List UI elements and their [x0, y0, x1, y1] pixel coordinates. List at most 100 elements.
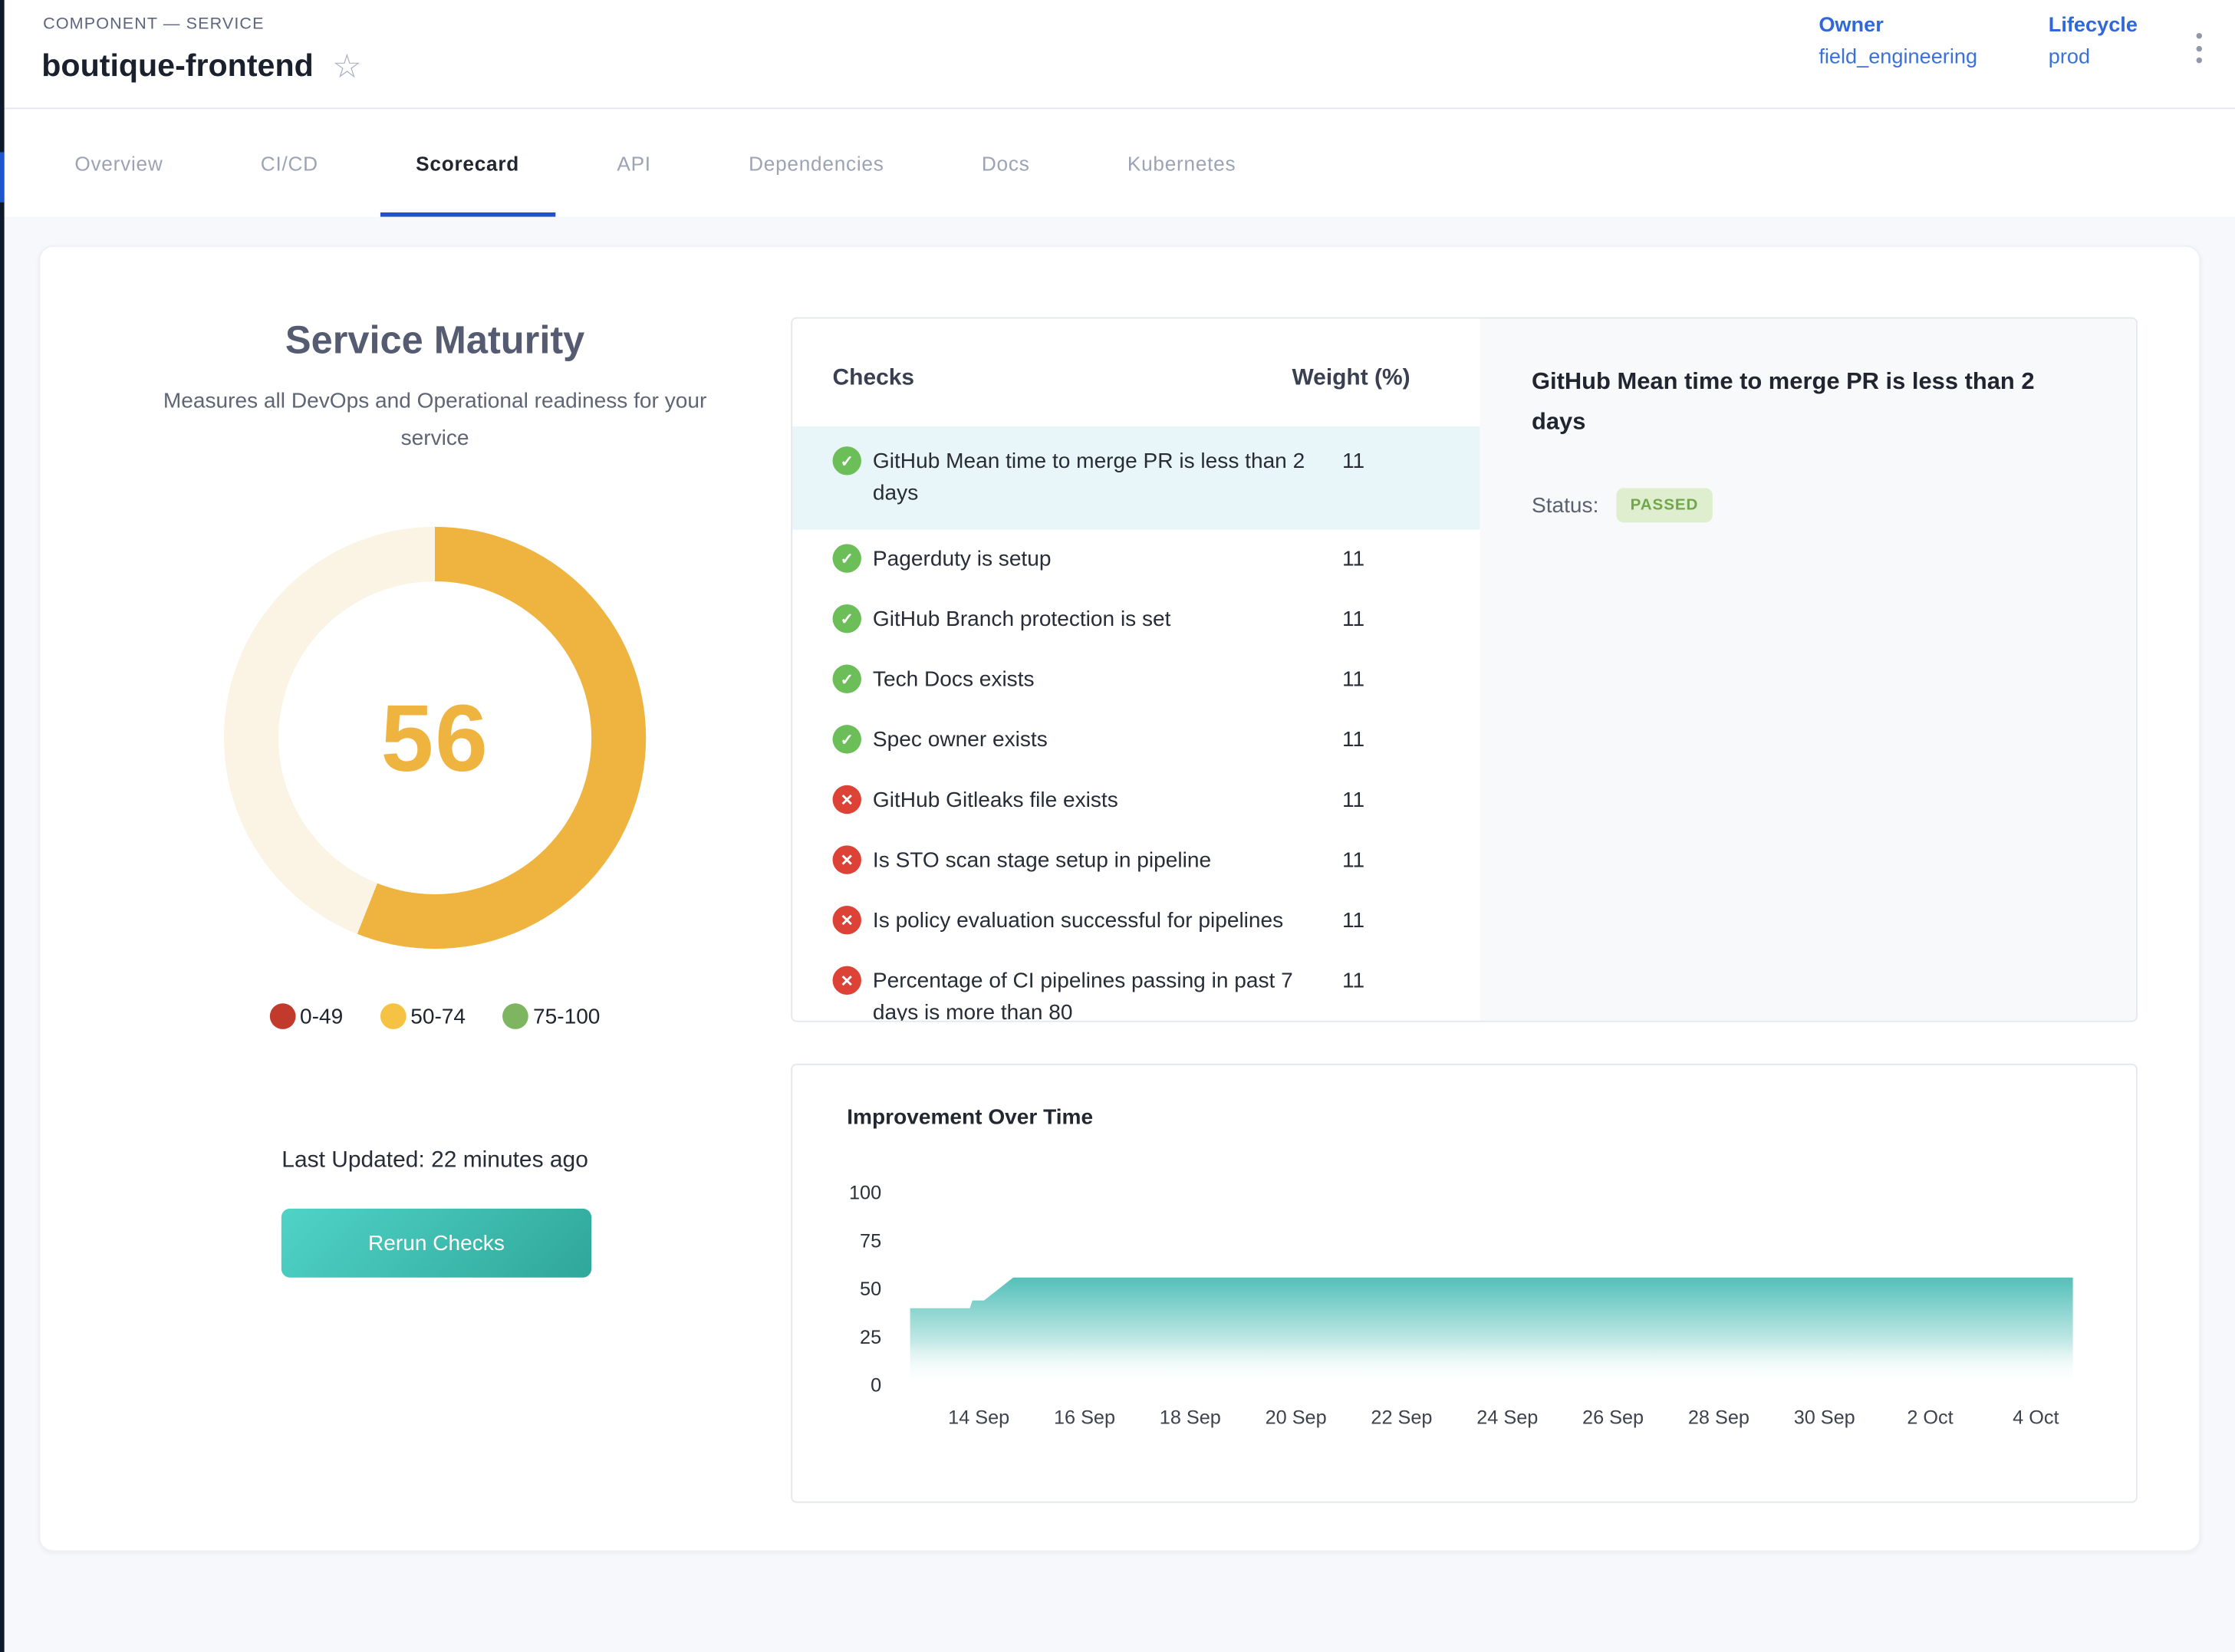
tab-docs[interactable]: Docs — [946, 109, 1065, 216]
check-weight: 11 — [1306, 665, 1364, 696]
check-row[interactable]: ✓ Tech Docs exists11 — [792, 650, 1480, 711]
legend-item-50-74: 50-74 — [380, 1003, 466, 1029]
check-label: GitHub Gitleaks file exists — [873, 785, 1306, 817]
check-failed-icon: ✕ — [833, 845, 861, 874]
check-label: GitHub Branch protection is set — [873, 604, 1306, 636]
y-axis-tick: 25 — [860, 1327, 881, 1348]
favorite-star-icon[interactable]: ☆ — [332, 50, 362, 83]
check-passed-icon: ✓ — [833, 604, 861, 633]
app-viewport: COMPONENT — SERVICE boutique-frontend ☆ … — [0, 0, 2235, 1652]
x-axis-tick: 20 Sep — [1266, 1407, 1327, 1429]
checks-table: Checks Weight (%) ✓ GitHub Mean time to m… — [792, 318, 1480, 1020]
legend-dot-icon — [380, 1003, 407, 1029]
check-weight: 11 — [1306, 845, 1364, 877]
check-row[interactable]: ✕ Is STO scan stage setup in pipeline11 — [792, 831, 1480, 892]
improvement-chart-panel: Improvement Over Time 100755025014 Sep16… — [791, 1064, 2138, 1503]
scorecard-description: Measures all DevOps and Operational read… — [133, 383, 736, 456]
check-row[interactable]: ✕ Is policy evaluation successful for pip… — [792, 891, 1480, 952]
owner-value-link[interactable]: field_engineering — [1819, 46, 1977, 69]
sidebar-active-indicator — [0, 152, 5, 202]
more-options-kebab-icon[interactable] — [2194, 30, 2205, 66]
check-row[interactable]: ✕ Percentage of CI pipelines passing in p… — [792, 952, 1480, 1022]
checks-column-header: Checks — [833, 366, 1292, 392]
page-title: boutique-frontend — [41, 48, 313, 85]
check-failed-icon: ✕ — [833, 966, 861, 995]
check-passed-icon: ✓ — [833, 665, 861, 693]
owner-block: Owner field_engineering — [1819, 15, 1977, 69]
y-axis-tick: 50 — [860, 1278, 881, 1300]
tab-scorecard[interactable]: Scorecard — [380, 109, 555, 216]
legend-dot-icon — [270, 1003, 296, 1029]
status-label: Status: — [1532, 493, 1598, 518]
check-label: Pagerduty is setup — [873, 544, 1306, 575]
check-label: Spec owner exists — [873, 725, 1306, 756]
legend-dot-icon — [503, 1003, 529, 1029]
x-axis-tick: 16 Sep — [1054, 1407, 1115, 1429]
breadcrumb: COMPONENT — SERVICE — [43, 16, 264, 33]
tab-dependencies[interactable]: Dependencies — [713, 109, 920, 216]
x-axis-tick: 26 Sep — [1582, 1407, 1644, 1429]
x-axis-tick: 14 Sep — [948, 1407, 1009, 1429]
x-axis-tick: 24 Sep — [1476, 1407, 1538, 1429]
check-row[interactable]: ✓ Spec owner exists11 — [792, 710, 1480, 771]
tab-api[interactable]: API — [581, 109, 687, 216]
check-weight: 11 — [1306, 604, 1364, 636]
check-weight: 11 — [1306, 785, 1364, 817]
x-axis-tick: 22 Sep — [1371, 1407, 1432, 1429]
check-weight: 11 — [1306, 446, 1364, 478]
check-row[interactable]: ✓ GitHub Branch protection is set11 — [792, 590, 1480, 650]
check-weight: 11 — [1306, 906, 1364, 937]
check-label: Percentage of CI pipelines passing in pa… — [873, 966, 1306, 1022]
last-updated-text: Last Updated: 22 minutes ago — [40, 1148, 829, 1174]
weight-column-header: Weight (%) — [1292, 366, 1480, 392]
collapsed-sidebar[interactable] — [0, 0, 5, 1652]
entity-header: COMPONENT — SERVICE boutique-frontend ☆ … — [0, 0, 2235, 109]
check-label: Tech Docs exists — [873, 665, 1306, 696]
rerun-checks-button[interactable]: Rerun Checks — [281, 1209, 591, 1278]
checks-table-header: Checks Weight (%) — [792, 318, 1480, 426]
lifecycle-block: Lifecycle prod — [2049, 15, 2138, 69]
check-passed-icon: ✓ — [833, 446, 861, 475]
x-axis-tick: 28 Sep — [1688, 1407, 1749, 1429]
lifecycle-value: prod — [2049, 46, 2138, 69]
checks-panel: Checks Weight (%) ✓ GitHub Mean time to m… — [791, 318, 2138, 1022]
y-axis-tick: 100 — [849, 1183, 881, 1204]
status-badge: PASSED — [1616, 488, 1713, 522]
check-label: Is policy evaluation successful for pipe… — [873, 906, 1306, 937]
x-axis-tick: 4 Oct — [2013, 1407, 2059, 1429]
check-row[interactable]: ✓ Pagerduty is setup11 — [792, 530, 1480, 591]
check-label: GitHub Mean time to merge PR is less tha… — [873, 446, 1306, 509]
tab-bar: OverviewCI/CDScorecardAPIDependenciesDoc… — [0, 109, 2235, 216]
legend-item-0-49: 0-49 — [270, 1003, 344, 1029]
check-row[interactable]: ✓ GitHub Mean time to merge PR is less th… — [792, 426, 1480, 530]
scorecard-card: Service Maturity Measures all DevOps and… — [39, 245, 2201, 1552]
y-axis-tick: 0 — [871, 1375, 881, 1397]
check-label: Is STO scan stage setup in pipeline — [873, 845, 1306, 877]
legend-item-75-100: 75-100 — [503, 1003, 601, 1029]
area-series — [910, 1278, 2073, 1385]
tab-overview[interactable]: Overview — [39, 109, 199, 216]
check-row[interactable]: ✕ GitHub Gitleaks file exists11 — [792, 771, 1480, 831]
x-axis-tick: 18 Sep — [1160, 1407, 1221, 1429]
check-detail-title: GitHub Mean time to merge PR is less tha… — [1532, 362, 2085, 443]
scorecard-title: Service Maturity — [40, 318, 829, 363]
x-axis-tick: 30 Sep — [1794, 1407, 1855, 1429]
check-detail-panel: GitHub Mean time to merge PR is less tha… — [1480, 318, 2136, 1020]
maturity-score-donut: 56 — [224, 527, 646, 949]
tab-ci-cd[interactable]: CI/CD — [225, 109, 354, 216]
check-weight: 11 — [1306, 966, 1364, 998]
score-legend: 0-49 50-74 75-100 — [40, 1003, 829, 1029]
owner-label: Owner — [1819, 15, 1977, 38]
maturity-score-value: 56 — [381, 683, 489, 792]
y-axis-tick: 75 — [860, 1230, 881, 1252]
x-axis-tick: 2 Oct — [1907, 1407, 1953, 1429]
check-failed-icon: ✕ — [833, 906, 861, 934]
check-passed-icon: ✓ — [833, 725, 861, 753]
check-failed-icon: ✕ — [833, 785, 861, 814]
check-weight: 11 — [1306, 544, 1364, 575]
check-passed-icon: ✓ — [833, 544, 861, 572]
lifecycle-label: Lifecycle — [2049, 15, 2138, 38]
tab-kubernetes[interactable]: Kubernetes — [1091, 109, 1272, 216]
improvement-area-chart: 100 75 50 25 0 14 Sep 16 Sep 18 Sep 20 Sep 22 Sep… — [792, 1065, 2139, 1505]
check-weight: 11 — [1306, 725, 1364, 756]
